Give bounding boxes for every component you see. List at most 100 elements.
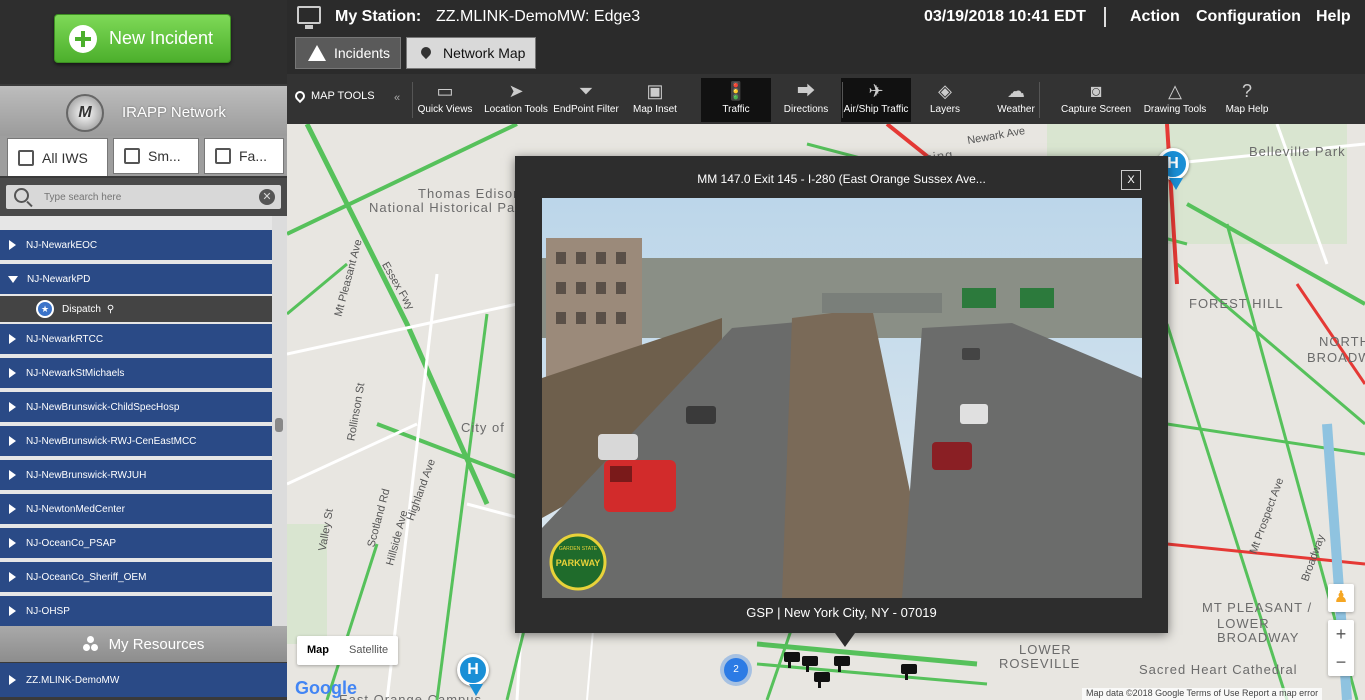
tool-label: Weather [997,104,1035,115]
chevron-right-icon [9,470,16,480]
menu-help[interactable]: Help [1316,8,1351,26]
list-item[interactable]: NJ-NewarkEOC [0,230,272,260]
tool-endpoint-filter[interactable]: ⏷ EndPoint Filter [551,78,621,122]
chevron-right-icon [9,240,16,250]
map-label: City of [461,420,505,435]
zoom-in-button[interactable]: + [1328,620,1354,648]
camera-marker-icon[interactable] [834,656,850,672]
zoom-control: + − [1328,620,1354,676]
app-root: New Incident M IRAPP Network All IWS Sm.… [0,0,1365,700]
tab-all-iws[interactable]: All IWS [7,138,108,176]
map-toolbar: MAP TOOLS « ▭ Quick Views ➤ Location Tools ⏷… [287,74,1365,124]
list-item[interactable]: NJ-NewarkRTCC [0,324,272,354]
list-item[interactable]: NJ-OceanCo_PSAP [0,528,272,558]
zoom-out-button[interactable]: − [1328,648,1354,676]
collapse-toolbar-icon[interactable]: « [394,92,400,104]
resources-icon [82,636,99,652]
tool-air-ship-traffic[interactable]: ✈ Air/Ship Traffic [841,78,911,122]
map-label: Belleville Park [1249,144,1346,159]
plane-ship-icon: ✈ [868,81,884,101]
my-resources-header[interactable]: My Resources [0,626,287,662]
map-type-control: Map Satellite [297,636,399,665]
list-item[interactable]: NJ-OHSP [0,596,272,626]
menu-configuration[interactable]: Configuration [1196,8,1301,26]
list-item[interactable]: NJ-NewBrunswick-ChildSpecHosp [0,392,272,422]
tool-drawing-tools[interactable]: △ Drawing Tools [1140,78,1210,122]
list-item-label: NJ-OHSP [26,605,70,617]
scroll-thumb[interactable] [275,418,283,432]
camera-marker-icon[interactable] [802,656,818,672]
location-pin-icon: ⚲ [106,303,115,315]
list-item[interactable]: NJ-OceanCo_Sheriff_OEM [0,562,272,592]
search-input[interactable] [44,188,254,206]
tool-weather[interactable]: ☁ Weather [985,78,1047,122]
divider [1104,7,1106,27]
tool-map-help[interactable]: ? Map Help [1216,78,1278,122]
tool-label: Map Inset [633,104,677,115]
tab-label: Fa... [239,148,268,164]
list-item-label: NJ-NewarkPD [27,273,91,285]
camera-marker-icon[interactable] [784,652,800,668]
menu-action[interactable]: Action [1130,8,1180,26]
map-inset-icon: ▣ [646,81,664,101]
plus-circle-icon [69,24,97,53]
camera-feed-image: PARKWAY GARDEN STATE [542,198,1142,598]
tool-layers[interactable]: ◈ Layers [915,78,975,122]
camera-marker-icon[interactable] [901,664,917,680]
chevron-right-icon [9,402,16,412]
new-incident-area: New Incident [0,0,287,84]
tool-label: Air/Ship Traffic [843,104,909,115]
map-pin-icon [292,88,308,104]
datetime: 03/19/2018 10:41 EDT [924,8,1086,25]
map-label: BROADWAY [1217,630,1300,645]
map-label: MT PLEASANT / [1202,600,1313,615]
subitem-label: Dispatch [62,303,101,315]
tab-network-map[interactable]: Network Map [406,37,536,69]
tool-directions[interactable]: ⮕ Directions [773,78,839,122]
list-subitem-dispatch[interactable]: ★ Dispatch ⚲ [0,296,272,322]
map-road [1166,422,1365,456]
list-item[interactable]: NJ-NewBrunswick-RWJ-CenEastMCC [0,426,272,456]
help-icon: ? [1241,81,1252,101]
chevron-right-icon [9,572,16,582]
tab-label: Sm... [148,148,181,164]
popup-pointer [835,633,855,647]
camera-marker-icon[interactable] [814,672,830,688]
resource-item[interactable]: ZZ.MLINK-DemoMW [0,663,287,697]
close-button[interactable]: X [1121,170,1141,190]
map-tools-button[interactable]: MAP TOOLS [292,88,375,104]
tool-quick-views[interactable]: ▭ Quick Views [415,78,475,122]
map-type-satellite-button[interactable]: Satellite [339,636,398,665]
tool-map-inset[interactable]: ▣ Map Inset [624,78,686,122]
new-incident-button[interactable]: New Incident [54,14,231,63]
drawing-tools-icon: △ [1168,81,1182,101]
toolbar-separator [842,82,843,118]
tool-label: Drawing Tools [1143,104,1207,115]
tool-label: Quick Views [417,104,473,115]
warning-icon [308,45,326,61]
list-item[interactable]: NJ-NewarkPD [0,264,272,294]
marker-cluster[interactable]: 2 [724,658,748,682]
hospital-pin-icon[interactable]: H [457,654,489,696]
tool-capture-screen[interactable]: ◙ Capture Screen [1057,78,1135,122]
list-item[interactable]: NJ-NewarkStMichaels [0,358,272,388]
list-item[interactable]: NJ-NewtonMedCenter [0,494,272,524]
tab-favorites[interactable]: Fa... [204,138,284,174]
list-item[interactable]: NJ-NewBrunswick-RWJUH [0,460,272,490]
map-attribution[interactable]: Map data ©2018 Google Terms of Use Repor… [1082,688,1323,700]
map-type-map-button[interactable]: Map [297,636,339,665]
search-icon [14,188,29,203]
tab-smart-groups[interactable]: Sm... [113,138,199,174]
chevron-right-icon [9,538,16,548]
chevron-down-icon [8,275,18,283]
street-view-pegman-icon[interactable]: ♟ [1328,584,1354,612]
map-label: BROADW [1307,350,1365,365]
tool-traffic[interactable]: 🚦 Traffic [701,78,771,122]
list-item-label: NJ-NewBrunswick-ChildSpecHosp [26,401,180,413]
tool-location-tools[interactable]: ➤ Location Tools [482,78,550,122]
scrollbar[interactable] [272,216,287,626]
camera-icon: ◙ [1090,81,1102,101]
clear-search-icon[interactable]: ✕ [259,189,275,205]
camera-caption: GSP | New York City, NY - 07019 [746,605,937,620]
tab-incidents[interactable]: Incidents [295,37,401,69]
